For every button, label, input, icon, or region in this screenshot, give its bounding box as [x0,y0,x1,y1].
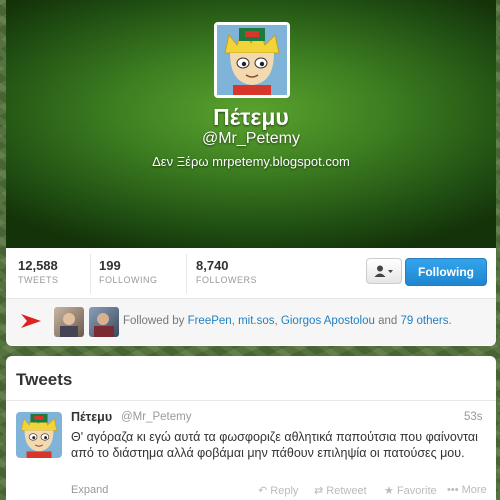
profile-stats: 12,588 TWEETS 199 FOLLOWING 8,740 FOLLOW… [6,248,496,299]
tweets-card: Tweets Πέτεμυ @Mr_Petemy 53s Θ' αγόραζα … [6,356,496,500]
stat-followers-label: FOLLOWERS [196,275,258,285]
profile-handle[interactable]: @Mr_Petemy [6,130,496,148]
profile-card: Πέτεμυ @Mr_Petemy Δεν Ξέρω mrpetemy.blog… [6,0,496,346]
follower-link[interactable]: mit.sos [238,315,274,327]
user-actions-button[interactable] [366,258,402,284]
stat-following-value: 199 [99,258,121,273]
retweet-label: Retweet [326,485,367,497]
followed-by-and: and [378,315,398,327]
favorite-label: Favorite [396,485,437,497]
stat-tweets[interactable]: 12,588 TWEETS [18,258,59,285]
stat-divider [90,254,91,294]
tweet-author-name[interactable]: Πέτεμυ [71,410,112,424]
profile-avatar[interactable] [214,22,290,98]
following-button[interactable]: Following [405,258,487,286]
avatar-image [217,25,287,95]
tweets-title: Tweets [16,370,73,389]
stat-following[interactable]: 199 FOLLOWING [99,258,158,285]
more-label: More [461,484,487,496]
follower-link[interactable]: Giorgos Apostolou [281,315,375,327]
stat-divider [186,254,187,294]
stat-tweets-value: 12,588 [18,258,58,273]
profile-bio: Δεν Ξέρω mrpetemy.blogspot.com [152,154,350,169]
retweet-icon: ⇄ [314,485,324,497]
stat-followers[interactable]: 8,740 FOLLOWERS [196,258,257,285]
retweet-action[interactable]: ⇄ Retweet [314,484,367,497]
more-dots-icon: ••• [447,484,459,496]
stat-following-label: FOLLOWING [99,275,158,285]
follower-link[interactable]: FreePen [188,315,232,327]
red-arrow-icon [21,314,41,328]
separator-comma: , [231,315,235,327]
profile-header: Πέτεμυ @Mr_Petemy Δεν Ξέρω mrpetemy.blog… [6,0,496,248]
star-icon: ★ [384,485,394,497]
person-dropdown-icon [374,265,394,278]
followed-by-prefix: Followed by [123,315,185,327]
followers-others-link[interactable]: 79 others. [401,315,452,327]
follower-avatar[interactable] [54,307,84,337]
reply-action[interactable]: ↶ Reply [258,484,298,497]
reply-icon: ↶ [258,485,268,497]
reply-label: Reply [270,485,299,497]
followed-by-bar: Followed by FreePen, mit.sos, Giorgos Ap… [6,299,496,345]
stat-tweets-label: TWEETS [18,275,59,285]
more-action[interactable]: ••• More [447,484,487,496]
tweet-expand-link[interactable]: Expand [71,484,108,496]
tweets-header: Tweets [6,356,496,401]
stat-followers-value: 8,740 [196,258,229,273]
followed-by-text: Followed by FreePen, mit.sos, Giorgos Ap… [123,315,452,327]
tweet-author-handle[interactable]: @Mr_Petemy [121,411,191,423]
favorite-action[interactable]: ★ Favorite [384,484,437,497]
avatar-image [16,412,62,458]
follower-avatar[interactable] [89,307,119,337]
profile-name: Πέτεμυ [213,104,289,130]
separator-comma: , [274,315,278,327]
tweet-avatar[interactable] [16,412,62,458]
tweet-text: Θ' αγόραζα κι εγώ αυτά τα φωσφοριζε αθλη… [71,430,478,460]
tweet-timestamp[interactable]: 53s [464,411,483,423]
